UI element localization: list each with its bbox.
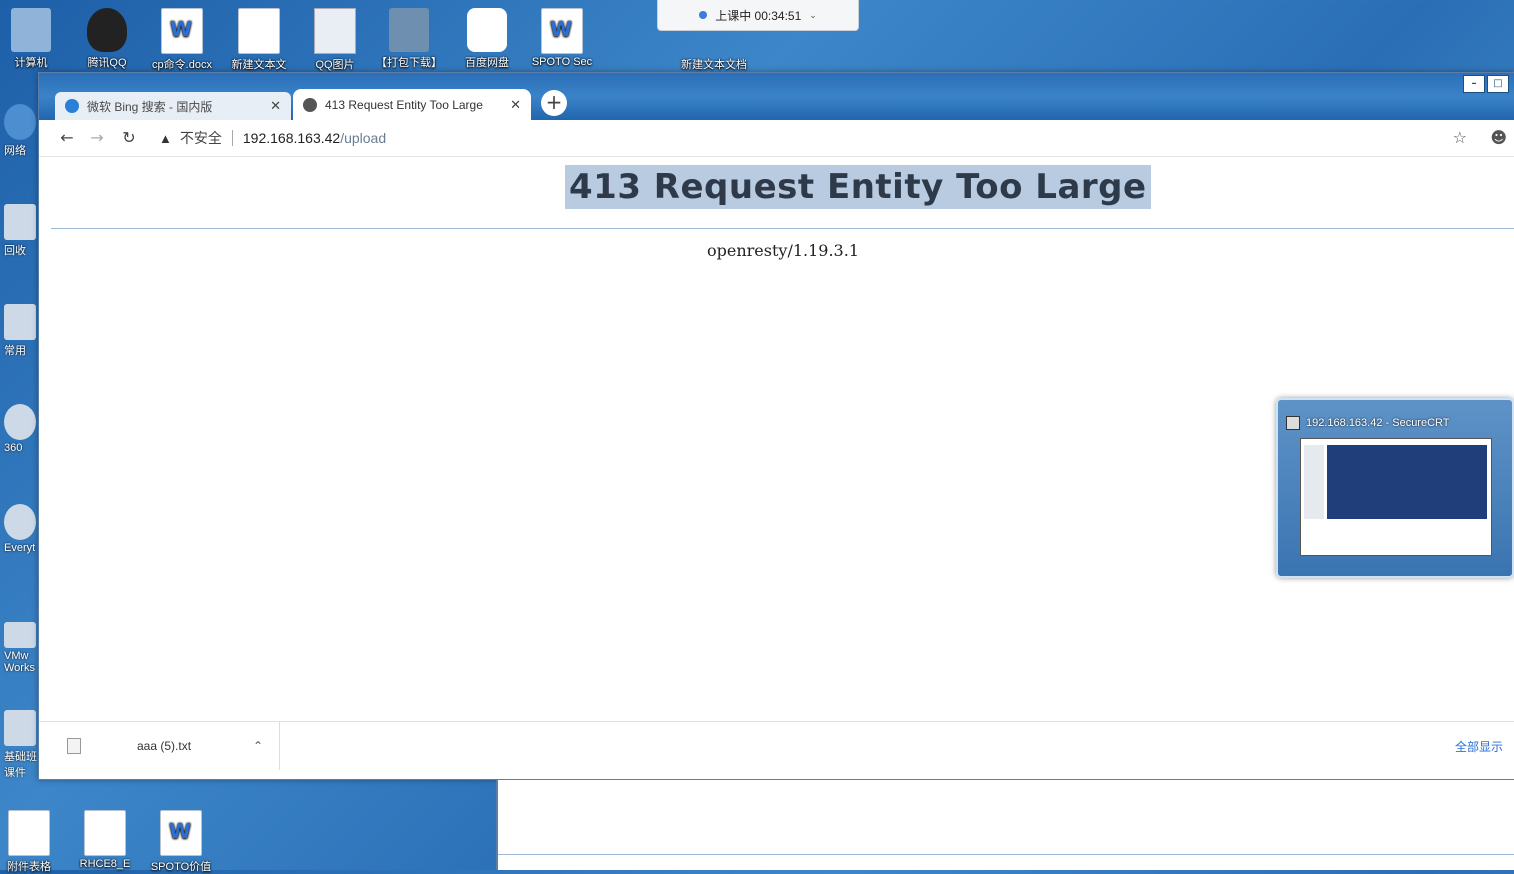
chevron-down-icon[interactable]: ⌄ — [809, 10, 817, 21]
search-tool-icon — [4, 504, 36, 540]
folder-icon — [4, 304, 36, 340]
desktop-icon-label: RHCE8_E — [79, 858, 131, 870]
network-globe-icon — [4, 104, 36, 140]
show-all-downloads-link[interactable]: 全部显示 — [1455, 738, 1503, 755]
recycle-bin-icon — [4, 204, 36, 240]
desktop-icon-label: SPOTO价值 — [150, 861, 212, 873]
spreadsheet-icon — [8, 810, 50, 856]
desktop-icon-spoto-sec[interactable]: SPOTO Sec — [523, 8, 601, 68]
download-item[interactable]: aaa (5).txt ⌃ — [51, 722, 280, 770]
chevron-up-icon[interactable]: ⌃ — [253, 739, 263, 753]
close-icon[interactable]: ✕ — [510, 97, 521, 113]
address-bar[interactable]: ▲ 不安全 192.168.163.42 /upload — [159, 126, 386, 150]
bookmark-star-icon[interactable]: ☆ — [1453, 128, 1467, 147]
desktop-icon-new-text[interactable]: 新建文本文 — [220, 8, 298, 72]
desktop-icon-label: 腾讯QQ — [87, 57, 127, 69]
desktop-icon-download-pack[interactable]: 【打包下载】 — [370, 8, 448, 70]
word-document-icon — [541, 8, 583, 54]
desktop-icon-label: 新建文本文 — [231, 59, 287, 71]
archive-icon — [389, 8, 429, 52]
desktop-icon-computer[interactable]: 计算机 — [0, 8, 70, 70]
thumbnail-preview — [1300, 438, 1492, 556]
profile-icon[interactable]: ☻ — [1490, 128, 1507, 147]
desktop-icon-baidu-pan[interactable]: 百度网盘 — [448, 8, 526, 70]
recording-status-bar[interactable]: 上课中 00:34:51 ⌄ — [657, 0, 859, 31]
desktop-icon-label: 百度网盘 — [465, 57, 509, 69]
baidu-cloud-icon — [467, 8, 507, 52]
back-arrow-icon[interactable]: ← — [57, 128, 77, 148]
desktop-icon-label: 基础班 课件 — [4, 751, 37, 779]
maximize-button[interactable]: □ — [1487, 75, 1509, 93]
desktop-icon-label: 360 — [4, 442, 23, 454]
tab-label: 微软 Bing 搜索 - 国内版 — [87, 99, 213, 114]
divider — [498, 854, 1514, 855]
desktop-icon-label: QQ图片 — [315, 59, 355, 71]
text-document-icon — [238, 8, 280, 54]
document-icon — [84, 810, 126, 856]
tab-label: 413 Request Entity Too Large — [325, 97, 483, 112]
desktop-icon-qq-image[interactable]: QQ图片 — [296, 8, 374, 72]
divider — [51, 228, 1514, 229]
browser-toolbar: ← → ↻ ▲ 不安全 192.168.163.42 /upload ☆ ☻ — [39, 120, 1514, 157]
tab-bing[interactable]: 微软 Bing 搜索 - 国内版 ✕ — [55, 92, 291, 120]
desktop-icon-label: 附件表格 — [7, 861, 51, 873]
vmware-icon — [4, 622, 36, 648]
download-bar: aaa (5).txt ⌃ 全部显示 — [39, 721, 1514, 778]
minimize-button[interactable]: – — [1463, 75, 1485, 93]
desktop-icon-cp-docx[interactable]: cp命令.docx — [143, 8, 221, 72]
shortcut-icon — [4, 404, 36, 440]
securecrt-icon — [1286, 416, 1300, 430]
background-window — [496, 780, 1514, 870]
security-label: 不安全 — [179, 130, 222, 146]
desktop-icon-label: 计算机 — [14, 57, 48, 69]
browser-titlebar: – □ 微软 Bing 搜索 - 国内版 ✕ 413 Request Entit… — [39, 73, 1514, 120]
desktop-icon-label: cp命令.docx — [152, 59, 212, 71]
address-separator — [231, 130, 233, 146]
bing-icon — [65, 99, 79, 113]
preview-terminal — [1327, 445, 1487, 519]
address-path: /upload — [340, 130, 387, 146]
preview-sidebar — [1304, 445, 1324, 519]
desktop-icon-label: 常用 — [4, 345, 26, 357]
securecrt-thumbnail[interactable]: 192.168.163.42 - SecureCRT — [1276, 398, 1514, 578]
page-title: 413 Request Entity Too Large — [565, 165, 1151, 209]
computer-icon — [11, 8, 51, 52]
desktop-icon-label: 【打包下载】 — [376, 57, 442, 69]
word-document-icon — [161, 8, 203, 54]
desktop-icon-label: 网络 — [4, 145, 26, 157]
desktop-icon-qq[interactable]: 腾讯QQ — [68, 8, 146, 70]
new-tab-button[interactable]: + — [541, 90, 567, 116]
recording-label: 上课中 00:34:51 — [715, 8, 802, 23]
word-document-icon — [160, 810, 202, 856]
desktop-icon-label: 新建文本文档 — [681, 59, 747, 71]
close-icon[interactable]: ✕ — [270, 98, 281, 114]
desktop-icon-attachment[interactable]: 附件表格 — [0, 810, 68, 874]
desktop-icon-label: 回收 — [4, 245, 26, 257]
address-host: 192.168.163.42 — [242, 130, 341, 146]
desktop-icon-label: SPOTO Sec — [531, 56, 593, 68]
server-signature: openresty/1.19.3.1 — [707, 241, 859, 260]
recording-dot-icon — [699, 11, 708, 19]
warning-icon: ▲ — [159, 130, 172, 146]
globe-icon — [303, 97, 317, 112]
desktop-icon-label: VMw Works — [4, 650, 35, 674]
thumbnail-title-label: 192.168.163.42 - SecureCRT — [1306, 417, 1450, 429]
thumbnail-title: 192.168.163.42 - SecureCRT — [1286, 416, 1506, 430]
image-file-icon — [314, 8, 356, 54]
folder-icon — [4, 710, 36, 746]
desktop-icon-label: Everyt — [4, 542, 36, 554]
desktop-icon-rhce8[interactable]: RHCE8_E — [66, 810, 144, 870]
forward-arrow-icon[interactable]: → — [87, 128, 107, 148]
text-file-icon — [67, 738, 81, 754]
qq-penguin-icon — [87, 8, 127, 52]
tab-413[interactable]: 413 Request Entity Too Large ✕ — [293, 89, 531, 120]
desktop-icon-spoto-value[interactable]: SPOTO价值 — [142, 810, 220, 874]
reload-icon[interactable]: ↻ — [119, 128, 139, 148]
download-filename: aaa (5).txt — [137, 739, 192, 753]
